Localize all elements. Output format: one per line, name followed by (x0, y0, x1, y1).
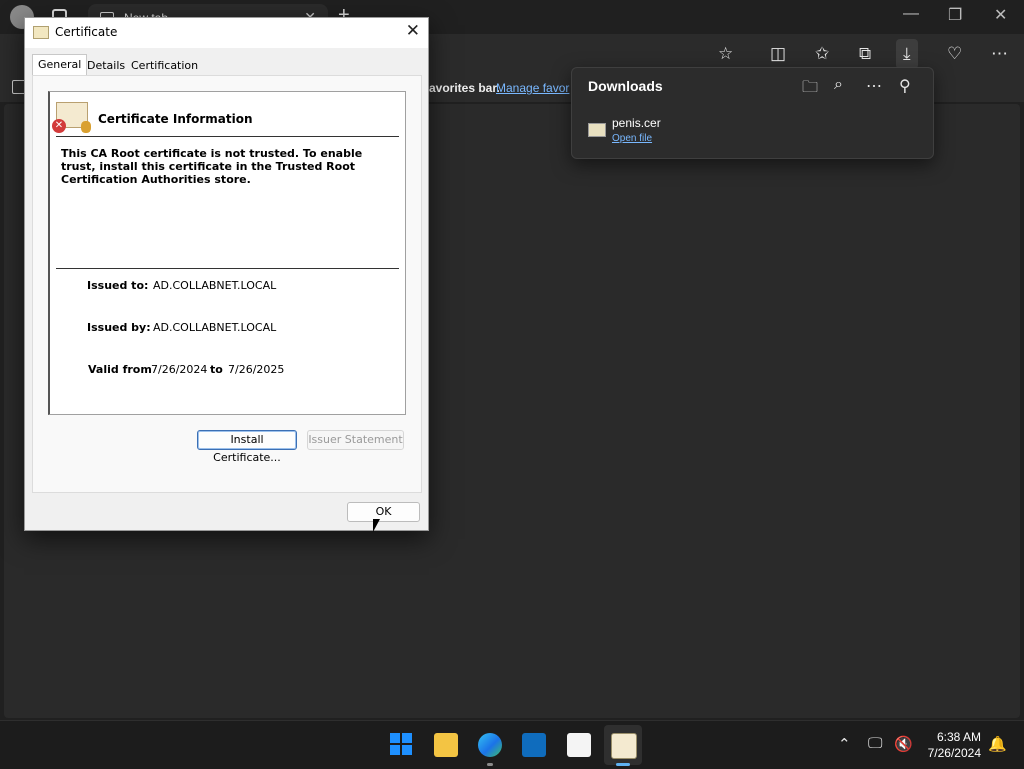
close-window-button[interactable]: ✕ (994, 5, 1007, 25)
downloads-title: Downloads (588, 78, 663, 94)
pin-icon[interactable]: ⚲ (899, 76, 911, 96)
certificate-info-box: ✕ Certificate Information This CA Root c… (48, 91, 406, 415)
valid-to-value: 7/26/2025 (228, 363, 285, 376)
trust-warning-text: This CA Root certificate is not trusted.… (61, 147, 363, 186)
edge-running-indicator (487, 763, 493, 766)
volume-muted-icon[interactable]: 🔇 (894, 735, 913, 753)
edge-browser-icon[interactable] (478, 733, 502, 757)
dialog-titlebar: Certificate ✕ (25, 18, 428, 48)
download-filename[interactable]: penis.cer (612, 116, 661, 130)
install-certificate-button[interactable]: Install Certificate... (197, 430, 297, 464)
notepad-icon[interactable] (567, 733, 591, 757)
minimize-button[interactable]: — (903, 5, 919, 23)
windows-logo-pane-icon (402, 745, 412, 755)
details-divider (56, 268, 399, 269)
microsoft-store-icon[interactable] (522, 733, 546, 757)
heading-divider (56, 136, 399, 137)
tab-details[interactable]: Details (87, 56, 125, 76)
certificate-info-heading: Certificate Information (98, 112, 253, 126)
downloads-icon[interactable]: ⤓ (896, 39, 918, 69)
windows-logo-icon (390, 733, 400, 743)
clock-time: 6:38 AM (936, 730, 981, 744)
collections-icon[interactable]: ⧉ (859, 44, 871, 64)
windows-logo-pane-icon (390, 745, 400, 755)
certificate-app-icon[interactable] (611, 733, 637, 759)
certificate-icon (33, 26, 49, 39)
issuer-statement-button[interactable]: Issuer Statement (307, 430, 404, 450)
issued-to-label: Issued to: (87, 279, 149, 292)
issued-by-label: Issued by: (87, 321, 151, 334)
favorites-icon[interactable]: ✩ (815, 44, 829, 64)
valid-to-label: to (210, 363, 223, 376)
certificate-dialog: Certificate ✕ General Details Certificat… (24, 17, 429, 531)
manage-favorites-link[interactable]: Manage favor (496, 81, 569, 95)
search-icon[interactable]: ⌕ (834, 76, 843, 94)
error-x-icon: ✕ (52, 119, 66, 133)
start-button[interactable] (390, 733, 414, 757)
downloads-panel: Downloads 🗀 ⌕ ⋯ ⚲ penis.cer Open file (571, 67, 934, 159)
restore-button[interactable]: ❐ (948, 5, 962, 25)
network-icon[interactable]: 🖵 (868, 735, 882, 752)
notification-bell-icon[interactable]: 🔔 (988, 735, 1007, 753)
mouse-cursor-icon (373, 519, 380, 532)
file-explorer-icon[interactable] (434, 733, 458, 757)
open-file-link[interactable]: Open file (612, 133, 652, 144)
windows-logo-pane-icon (402, 733, 412, 743)
dialog-title: Certificate (55, 25, 118, 39)
general-tab-panel: ✕ Certificate Information This CA Root c… (32, 75, 422, 493)
seal-icon (81, 121, 91, 133)
taskbar: ⌃ 🖵 🔇 6:38 AM 7/26/2024 🔔 (0, 720, 1024, 769)
issued-to-value: AD.COLLABNET.LOCAL (153, 279, 277, 292)
dialog-close-button[interactable]: ✕ (406, 21, 420, 41)
split-screen-icon[interactable]: ◫ (770, 44, 786, 64)
system-clock[interactable]: 6:38 AM 7/26/2024 (928, 729, 981, 761)
clock-date: 7/26/2024 (927, 746, 981, 760)
valid-from-label: Valid from (88, 363, 152, 376)
tab-general[interactable]: General (32, 54, 88, 77)
tab-certification-path[interactable]: Certification Path (131, 56, 198, 92)
open-folder-icon[interactable]: 🗀 (802, 76, 818, 103)
certificate-file-icon (588, 123, 606, 137)
favorite-star-icon[interactable]: ☆ (718, 44, 733, 64)
issued-by-value: AD.COLLABNET.LOCAL (153, 321, 277, 334)
browser-essentials-icon[interactable]: ♡ (947, 44, 962, 64)
more-options-icon[interactable]: ⋯ (866, 76, 882, 96)
favorites-bar-text: favorites bar. (425, 81, 500, 95)
show-hidden-icons-chevron-icon[interactable]: ⌃ (838, 735, 851, 753)
ok-button[interactable]: OK (347, 502, 420, 522)
untrusted-certificate-icon: ✕ (52, 102, 91, 133)
valid-from-value: 7/26/2024 (151, 363, 208, 376)
active-app-indicator (616, 763, 630, 766)
settings-more-icon[interactable]: ⋯ (991, 44, 1008, 64)
